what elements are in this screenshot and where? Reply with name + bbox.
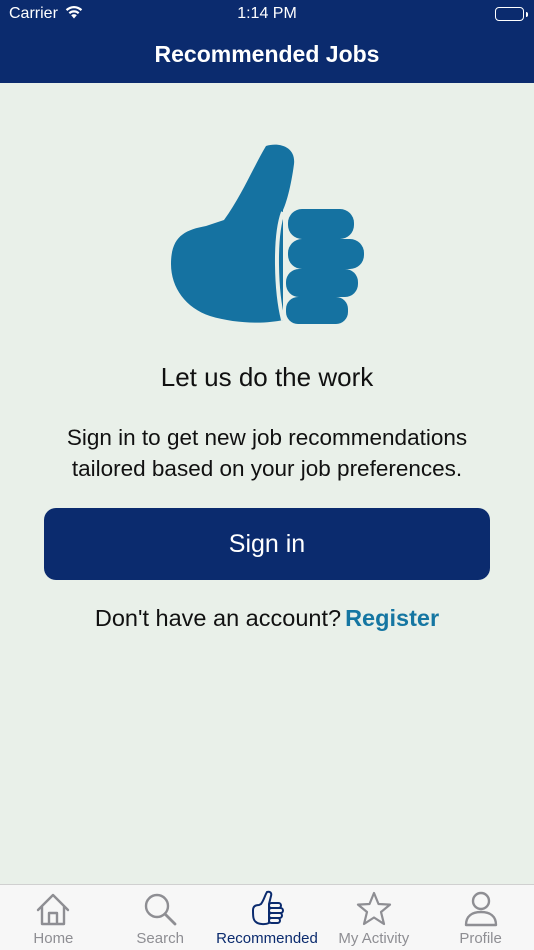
status-bar: Carrier 1:14 PM bbox=[0, 0, 534, 28]
tab-profile-label: Profile bbox=[459, 930, 502, 947]
star-icon bbox=[356, 891, 391, 926]
battery-icon bbox=[495, 7, 528, 21]
tab-home[interactable]: Home bbox=[0, 885, 107, 950]
register-prompt: Don't have an account? Register bbox=[0, 605, 534, 632]
tab-search-label: Search bbox=[136, 930, 184, 947]
sign-in-button[interactable]: Sign in bbox=[44, 508, 490, 580]
tab-bar: Home Search Recommended My Activity Prof… bbox=[0, 884, 534, 950]
thumbs-up-icon bbox=[251, 890, 284, 926]
no-account-text: Don't have an account? bbox=[94, 605, 342, 631]
empty-state-description: Sign in to get new job recommendations t… bbox=[66, 425, 468, 481]
register-link[interactable]: Register bbox=[345, 605, 439, 631]
search-icon bbox=[144, 893, 177, 926]
thumbs-up-icon bbox=[166, 142, 366, 328]
header: Carrier 1:14 PM Recommended Jobs bbox=[0, 0, 534, 83]
person-icon bbox=[464, 891, 497, 927]
page-title: Recommended Jobs bbox=[154, 41, 380, 67]
home-icon bbox=[37, 893, 70, 926]
tab-recommended[interactable]: Recommended bbox=[214, 885, 321, 950]
tab-my-activity[interactable]: My Activity bbox=[320, 885, 427, 950]
tab-profile[interactable]: Profile bbox=[427, 885, 534, 950]
status-time: 1:14 PM bbox=[237, 5, 297, 22]
tab-home-label: Home bbox=[33, 930, 74, 947]
tab-recommended-label: Recommended bbox=[216, 930, 318, 947]
empty-state-heading: Let us do the work bbox=[160, 362, 374, 392]
tab-search[interactable]: Search bbox=[107, 885, 214, 950]
tab-my-activity-label: My Activity bbox=[338, 930, 410, 947]
